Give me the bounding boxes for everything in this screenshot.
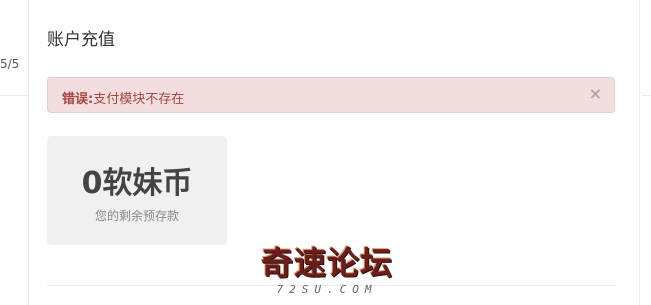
- error-alert: 错误:支付模块不存在 ×: [47, 77, 615, 113]
- watermark-subtitle: 72SU.COM: [276, 283, 378, 296]
- page-title: 账户充值: [47, 30, 115, 50]
- page: 5/5 账户充值 错误:支付模块不存在 × 0软妹币 您的剩余预存款 奇速论坛 …: [0, 0, 651, 305]
- balance-card: 0软妹币 您的剩余预存款: [47, 136, 227, 245]
- right-column-edge: [642, 25, 651, 45]
- close-icon[interactable]: ×: [589, 85, 602, 103]
- right-column-divider: [642, 95, 651, 96]
- site-watermark: 奇速论坛 72SU.COM: [238, 243, 416, 301]
- balance-caption: 您的剩余预存款: [94, 209, 179, 223]
- alert-text: 错误:支付模块不存在: [62, 88, 184, 107]
- left-column-fragment: 5/5: [0, 57, 20, 71]
- alert-label: 错误:: [62, 92, 94, 107]
- balance-amount: 0软妹币: [81, 166, 193, 201]
- alert-message: 支付模块不存在: [93, 92, 185, 107]
- left-column-divider: [0, 95, 28, 96]
- watermark-title: 奇速论坛: [260, 244, 393, 282]
